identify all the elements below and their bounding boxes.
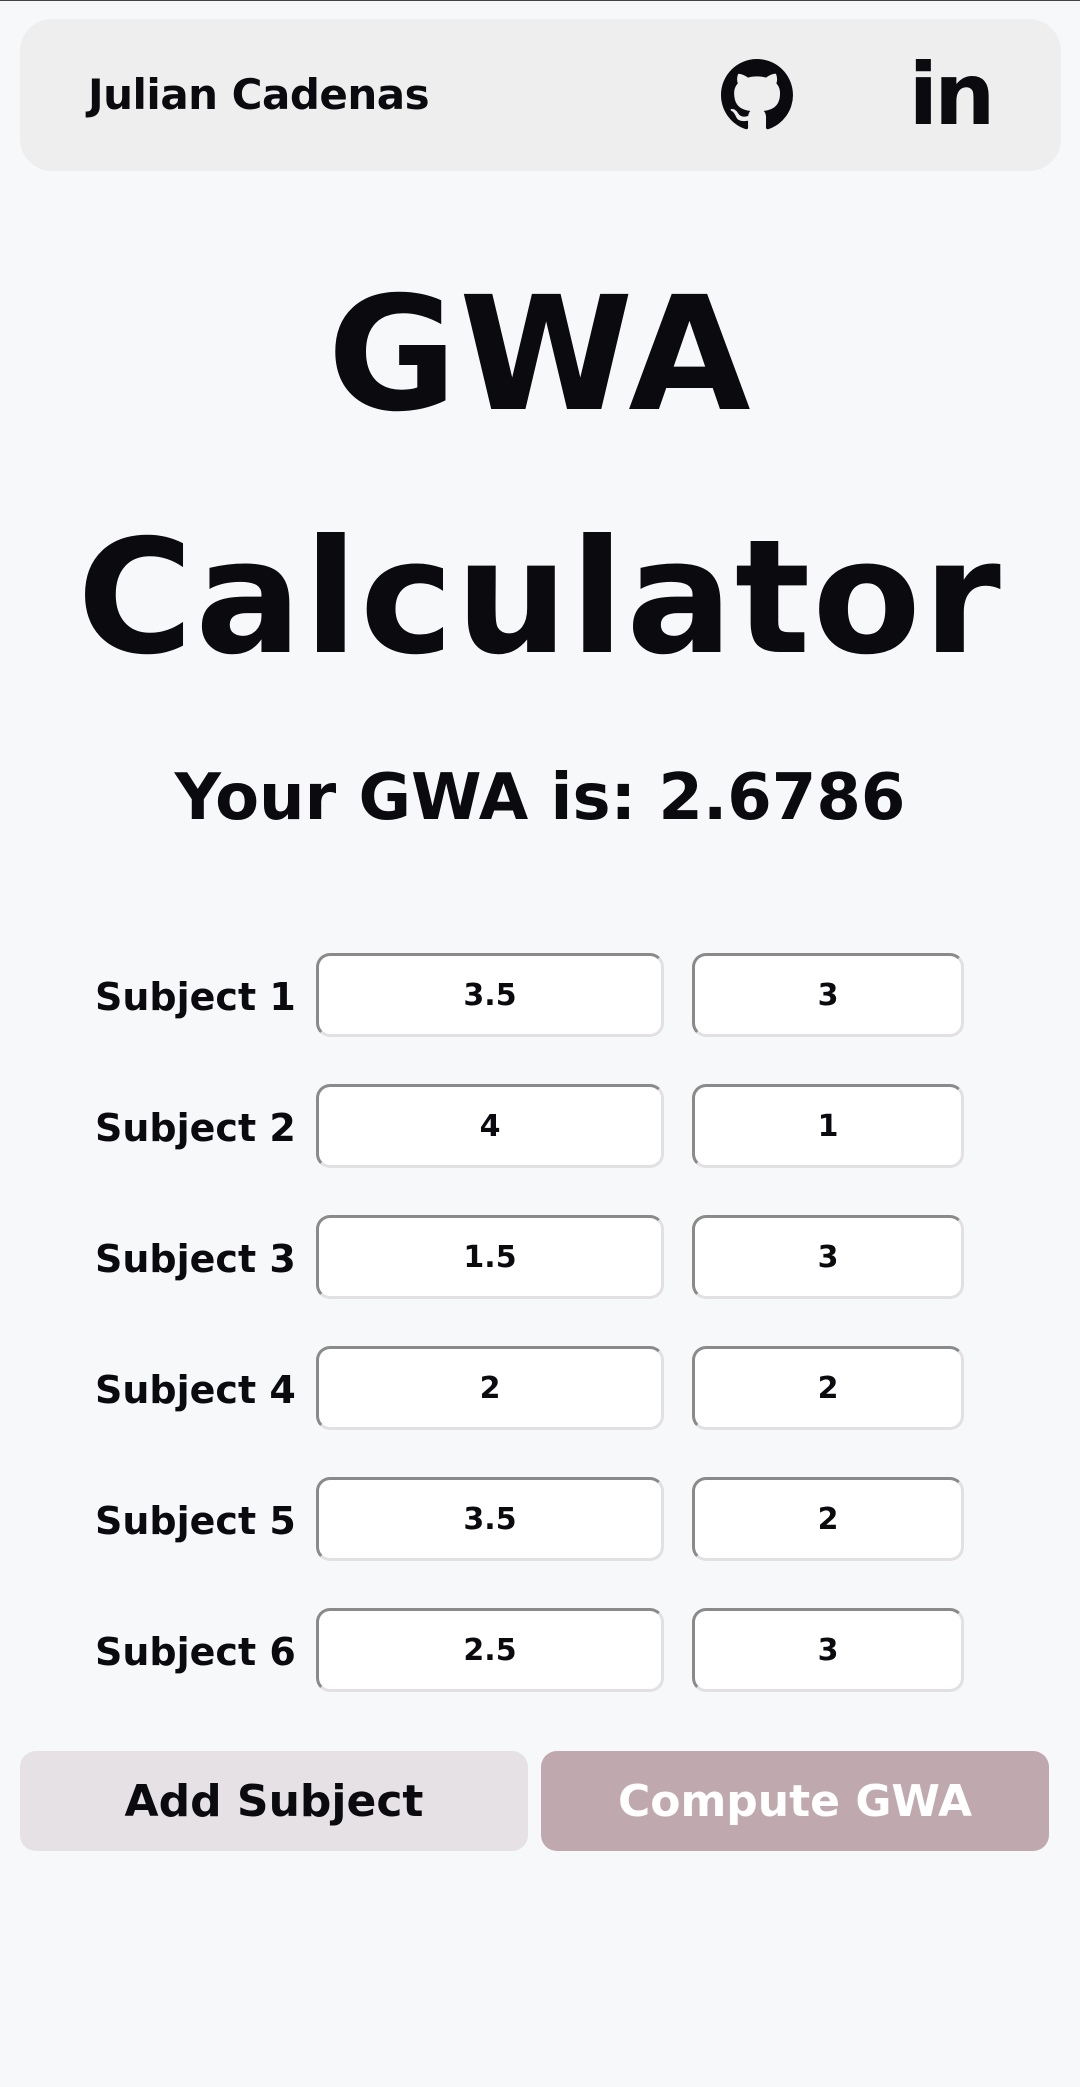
grade-input[interactable] — [316, 1084, 664, 1168]
subject-label: Subject 4 — [95, 1368, 296, 1412]
subject-row: Subject 4 — [0, 1346, 1080, 1438]
units-input[interactable] — [692, 1608, 964, 1692]
grade-input[interactable] — [316, 1608, 664, 1692]
units-input[interactable] — [692, 1084, 964, 1168]
page-title-line-1: GWA — [327, 263, 753, 447]
page-title-line-2: Calculator — [77, 506, 1003, 690]
units-input[interactable] — [692, 1477, 964, 1561]
units-input[interactable] — [692, 1215, 964, 1299]
subject-row: Subject 2 — [0, 1084, 1080, 1176]
subject-row: Subject 6 — [0, 1608, 1080, 1700]
subject-label: Subject 2 — [95, 1106, 296, 1150]
subject-row: Subject 5 — [0, 1477, 1080, 1569]
subject-row: Subject 1 — [0, 953, 1080, 1045]
compute-gwa-button[interactable]: Compute GWA — [541, 1751, 1049, 1851]
grade-input[interactable] — [316, 1215, 664, 1299]
linkedin-icon: in — [908, 45, 996, 145]
brand-name[interactable]: Julian Cadenas — [88, 19, 430, 171]
grade-input[interactable] — [316, 1346, 664, 1430]
subject-label: Subject 6 — [95, 1630, 296, 1674]
subject-label: Subject 5 — [95, 1499, 296, 1543]
grade-input[interactable] — [316, 953, 664, 1037]
github-link[interactable] — [720, 59, 794, 131]
subject-label: Subject 3 — [95, 1237, 296, 1281]
gwa-result: Your GWA is: 2.6786 — [174, 761, 906, 835]
units-input[interactable] — [692, 953, 964, 1037]
linkedin-link[interactable]: in — [900, 45, 1000, 145]
units-input[interactable] — [692, 1346, 964, 1430]
github-icon — [721, 59, 793, 130]
grade-input[interactable] — [316, 1477, 664, 1561]
navbar: Julian Cadenas in — [20, 19, 1061, 171]
subject-label: Subject 1 — [95, 975, 296, 1019]
add-subject-button[interactable]: Add Subject — [20, 1751, 528, 1851]
subject-row: Subject 3 — [0, 1215, 1080, 1307]
